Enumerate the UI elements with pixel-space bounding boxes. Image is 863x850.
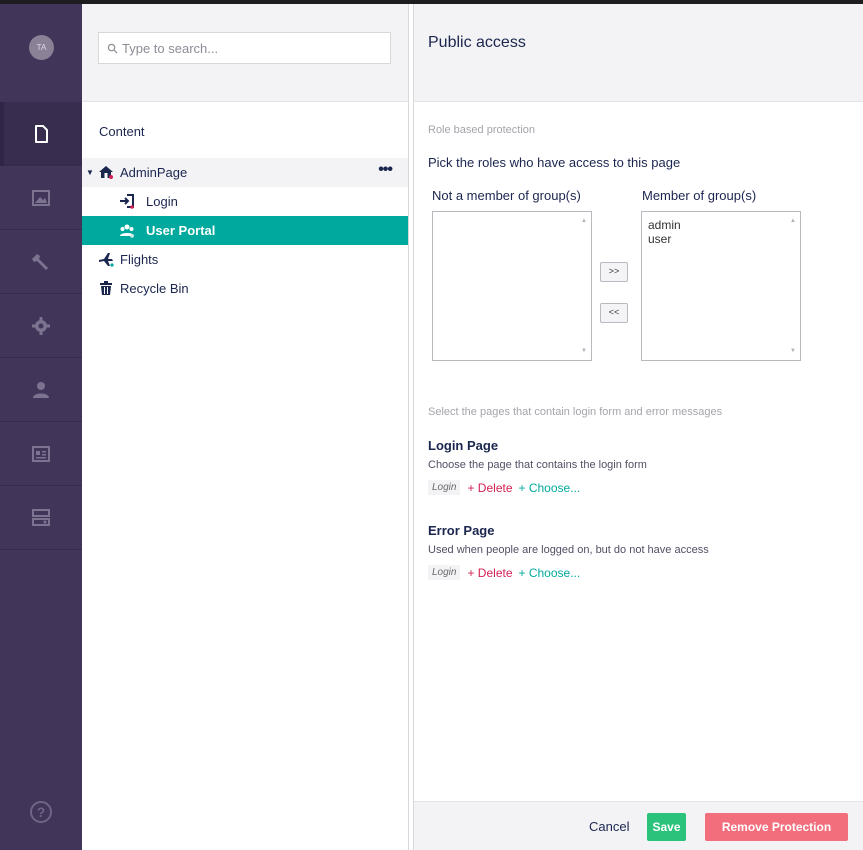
tree-node-user-portal[interactable]: User Portal: [82, 216, 408, 245]
trash-icon: [100, 281, 112, 295]
member-option[interactable]: admin: [642, 218, 800, 232]
delete-login-page-link[interactable]: + Delete: [467, 481, 512, 495]
home-icon: [99, 166, 113, 179]
search-icon: [107, 43, 118, 54]
top-bar: [0, 0, 863, 4]
remove-protection-button[interactable]: Remove Protection: [705, 813, 848, 841]
member-label: Member of group(s): [642, 188, 757, 203]
delete-error-page-link[interactable]: + Delete: [467, 566, 512, 580]
not-member-listbox[interactable]: ▲ ▼: [432, 211, 592, 361]
section-users[interactable]: [0, 358, 82, 422]
scroll-up-icon[interactable]: ▲: [790, 218, 796, 224]
id-card-icon: [32, 446, 50, 462]
caret-down-icon[interactable]: ▼: [86, 168, 94, 177]
user-icon: [33, 382, 49, 398]
tree-node-label: Login: [146, 194, 178, 209]
choose-login-page-link[interactable]: + Choose...: [519, 481, 581, 495]
scroll-down-icon[interactable]: ▼: [581, 348, 587, 354]
form-icon: [32, 509, 50, 526]
scroll-down-icon[interactable]: ▼: [790, 348, 796, 354]
pages-section-label: Select the pages that contain login form…: [428, 406, 723, 418]
remove-from-group-button[interactable]: <<: [600, 303, 628, 323]
section-forms[interactable]: [0, 486, 82, 550]
tree-node-adminpage[interactable]: ▼ AdminPage •••: [82, 158, 408, 187]
gear-icon: [32, 317, 50, 335]
section-rail: TA ?: [0, 4, 82, 850]
choose-error-page-link[interactable]: + Choose...: [519, 566, 581, 580]
search-bar: [82, 4, 408, 102]
login-page-title: Login Page: [428, 438, 499, 453]
selected-page-tag: Login: [428, 480, 461, 495]
content-tree-panel: Content ▼ AdminPage ••• Login User Porta…: [82, 4, 408, 850]
dialog-title: Public access: [428, 34, 526, 51]
member-listbox[interactable]: admin user ▲ ▼: [641, 211, 801, 361]
more-actions-icon[interactable]: •••: [378, 162, 393, 178]
error-page-description: Used when people are logged on, but do n…: [428, 544, 709, 556]
selected-page-tag: Login: [428, 565, 461, 580]
tree-heading: Content: [99, 124, 145, 139]
section-content[interactable]: [0, 102, 82, 166]
group-icon: [120, 224, 134, 238]
member-option[interactable]: user: [642, 232, 800, 246]
tree-node-label: Recycle Bin: [120, 281, 189, 296]
tree-node-flights[interactable]: Flights: [82, 245, 408, 274]
add-to-group-button[interactable]: >>: [600, 262, 628, 282]
login-icon: [120, 194, 134, 209]
section-members[interactable]: [0, 422, 82, 486]
help-icon[interactable]: ?: [30, 801, 52, 823]
public-access-dialog: Public access Role based protection Pick…: [414, 4, 863, 850]
not-member-label: Not a member of group(s): [432, 188, 581, 203]
section-developer[interactable]: [0, 294, 82, 358]
tree-node-label: AdminPage: [120, 165, 188, 180]
error-page-picker: Login + Delete + Choose...: [428, 565, 580, 580]
login-page-picker: Login + Delete + Choose...: [428, 480, 580, 495]
image-icon: [32, 190, 50, 206]
scroll-up-icon[interactable]: ▲: [581, 218, 587, 224]
tree-node-recycle-bin[interactable]: Recycle Bin: [82, 274, 408, 303]
document-icon: [35, 125, 48, 143]
error-page-title: Error Page: [428, 523, 495, 538]
tree-node-label: Flights: [120, 252, 159, 267]
search-box[interactable]: [98, 32, 391, 64]
plane-icon: [99, 253, 114, 267]
role-section-label: Role based protection: [428, 124, 536, 136]
tree-node-login[interactable]: Login: [82, 187, 408, 216]
tree-node-label: User Portal: [146, 223, 216, 238]
search-input[interactable]: [122, 40, 382, 56]
login-page-description: Choose the page that contains the login …: [428, 459, 647, 471]
section-settings[interactable]: [0, 230, 82, 294]
section-media[interactable]: [0, 166, 82, 230]
wrench-icon: [32, 254, 48, 270]
dialog-header: Public access: [414, 4, 863, 102]
save-button[interactable]: Save: [647, 813, 686, 841]
user-avatar[interactable]: TA: [29, 35, 54, 60]
dialog-footer: Cancel Save Remove Protection: [414, 801, 863, 850]
cancel-button[interactable]: Cancel: [589, 819, 629, 834]
role-instructions: Pick the roles who have access to this p…: [428, 155, 681, 170]
